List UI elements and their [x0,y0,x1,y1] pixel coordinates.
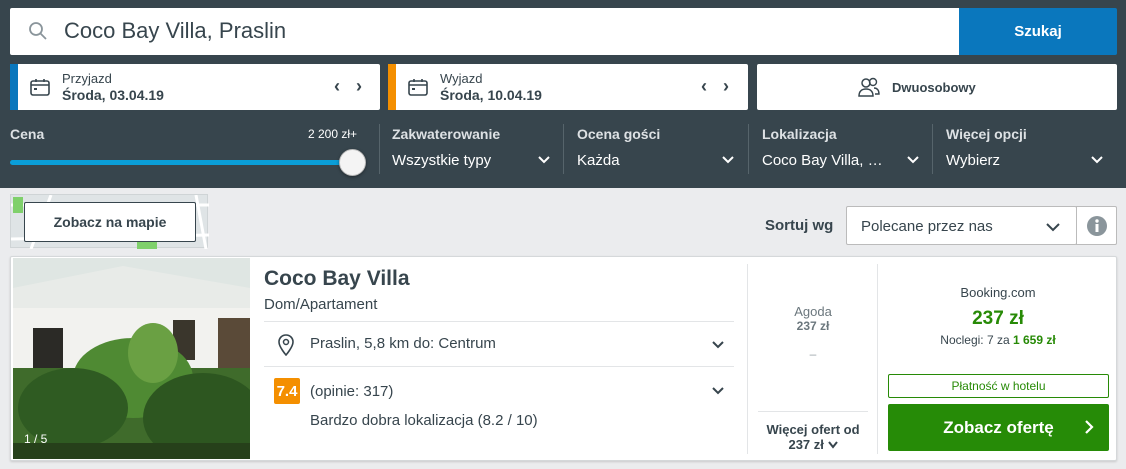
price-filter-label: Cena [10,126,45,142]
chevron-left-icon[interactable]: ‹ [328,77,346,95]
accommodation-filter-dropdown[interactable]: Wszystkie typy [392,152,491,169]
more-offers-price: 237 zł [788,437,824,452]
chevron-down-icon [827,441,838,449]
hotel-photo[interactable] [13,258,250,459]
nights-total: Noclegi: 7 za 1 659 zł [880,333,1116,347]
room-type-selector[interactable]: Dwuosobowy [757,64,1117,110]
column-divider [747,264,748,454]
checkin-value: Środa, 03.04.19 [62,87,164,103]
sort-label: Sortuj wg [765,217,834,234]
chevron-right-icon[interactable]: › [350,77,368,95]
search-field[interactable]: Coco Bay Villa, Praslin [10,8,959,55]
more-offers-label: Więcej ofert od [766,422,860,437]
main-provider-name: Booking.com [960,285,1036,300]
accommodation-filter-label: Zakwaterowanie [392,126,501,142]
alt-provider-price[interactable]: 237 zł [758,319,868,333]
alt-provider-dash: – [809,347,817,361]
chevron-down-icon[interactable] [711,384,725,398]
pay-at-hotel-badge: Płatność w hotelu [888,374,1109,398]
main-provider-price[interactable]: 237 zł [880,308,1116,330]
alt-provider-name[interactable]: Agoda [758,304,868,319]
chevron-down-icon[interactable] [1090,153,1104,167]
info-icon [1087,216,1107,236]
hotel-name[interactable]: Coco Bay Villa [264,267,410,291]
view-offer-label: Zobacz ofertę [943,417,1054,437]
price-max-label: 2 200 zł+ [308,127,358,141]
checkout-label: Wyjazd [440,71,483,86]
divider [264,321,734,322]
rating-filter-label: Ocena gości [577,126,661,142]
chevron-down-icon [1046,223,1060,232]
hotel-location[interactable]: Praslin, 5,8 km do: Centrum [310,335,496,352]
chevron-down-icon[interactable] [906,153,920,167]
checkout-value: Środa, 10.04.19 [440,87,542,103]
chevron-right-icon [1085,420,1094,434]
column-divider [877,264,878,454]
calendar-icon [30,78,50,101]
chevron-down-icon[interactable] [537,153,551,167]
photo-counter: 1 / 5 [24,432,48,446]
search-input[interactable]: Coco Bay Villa, Praslin [64,18,286,44]
chevron-right-icon[interactable]: › [717,77,735,95]
filter-divider [932,124,933,174]
rating-badge: 7.4 [274,378,300,404]
filter-divider [563,124,564,174]
price-slider-handle[interactable] [339,149,366,176]
location-pin-icon [277,334,295,361]
location-filter-label: Lokalizacja [762,126,837,142]
divider [264,366,734,367]
view-offer-button[interactable]: Zobacz ofertę [888,404,1109,451]
search-icon [28,21,48,46]
filter-divider [748,124,749,174]
more-options-dropdown[interactable]: Wybierz [946,152,1000,169]
room-type-label: Dwuosobowy [892,80,976,95]
search-button[interactable]: Szukaj [959,8,1117,55]
chevron-left-icon[interactable]: ‹ [695,77,713,95]
divider [758,411,868,412]
filter-divider [379,124,380,174]
rating-description: Bardzo dobra lokalizacja (8.2 / 10) [310,412,538,429]
checkin-label: Przyjazd [62,71,112,86]
checkin-date-field[interactable]: Przyjazd Środa, 03.04.19 ‹ › [10,64,380,110]
review-count[interactable]: (opinie: 317) [310,383,393,400]
rating-filter-dropdown[interactable]: Każda [577,152,620,169]
sort-value: Polecane przez nas [861,218,993,235]
show-map-button[interactable]: Zobacz na mapie [24,202,196,242]
hotel-type: Dom/Apartament [264,296,378,313]
price-slider-track[interactable] [10,160,350,165]
chevron-down-icon[interactable] [721,153,735,167]
checkin-accent-bar [10,64,18,110]
sort-dropdown[interactable]: Polecane przez nas [846,206,1077,245]
location-filter-dropdown[interactable]: Coco Bay Villa, … [762,152,883,169]
chevron-down-icon[interactable] [711,338,725,352]
checkout-accent-bar [388,64,396,110]
guests-icon [857,76,881,103]
more-options-label: Więcej opcji [946,126,1027,142]
nights-prefix: Noclegi: 7 za [940,333,1010,347]
more-offers-link[interactable]: Więcej ofert od 237 zł [758,422,868,452]
calendar-icon [408,78,428,101]
checkout-date-field[interactable]: Wyjazd Środa, 10.04.19 ‹ › [388,64,748,110]
nights-total-price: 1 659 zł [1013,333,1056,347]
sort-info-button[interactable] [1076,206,1117,245]
